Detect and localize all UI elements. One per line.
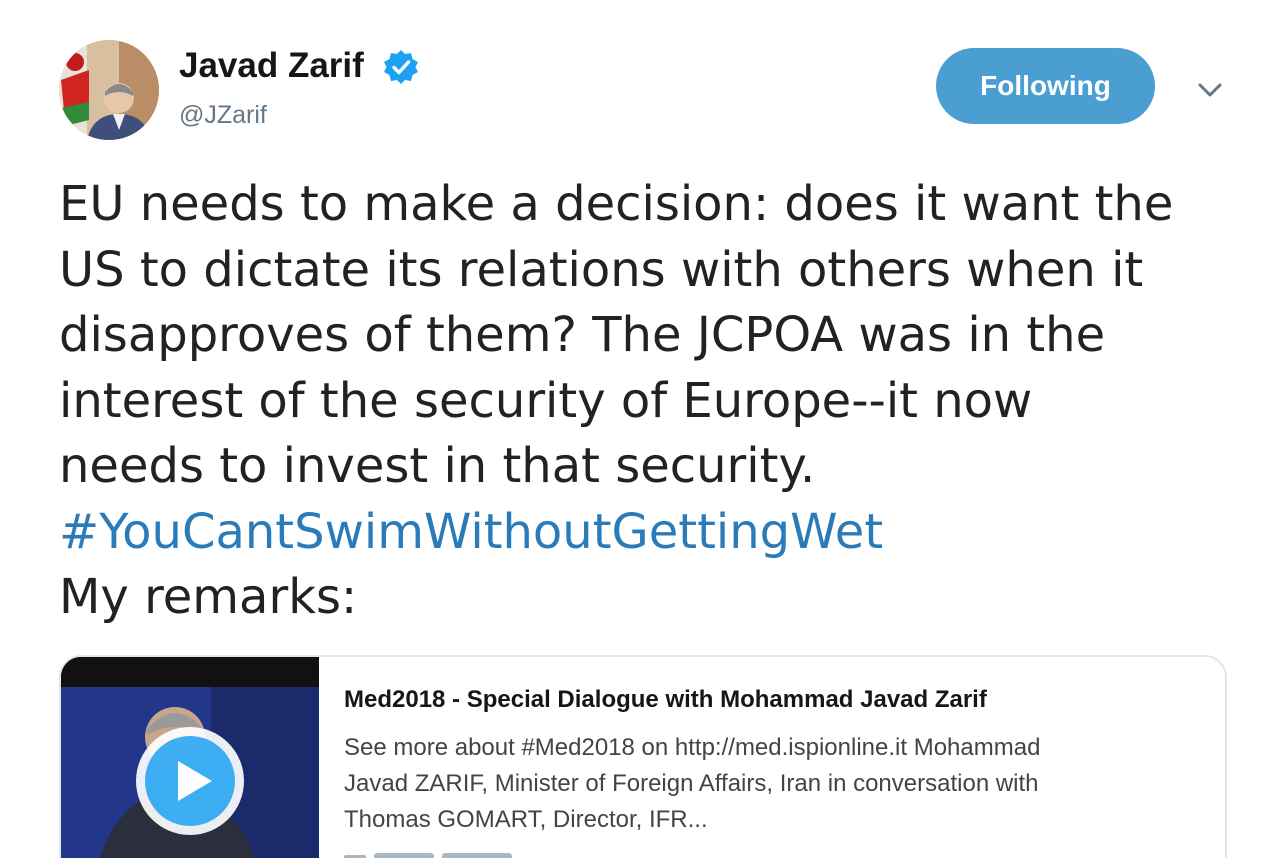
verified-badge-icon [384, 50, 418, 84]
hashtag-link[interactable]: #YouCantSwimWithoutGettingWet [59, 500, 1249, 566]
link-icon [344, 853, 512, 858]
card-title[interactable]: Med2018 - Special Dialogue with Mohammad… [344, 685, 987, 715]
following-button[interactable]: Following [936, 48, 1155, 124]
chevron-down-icon[interactable] [1192, 76, 1228, 104]
play-icon[interactable] [132, 723, 248, 839]
user-handle[interactable]: @JZarif [179, 100, 267, 130]
tweet: Javad Zarif @JZarif Following EU needs t… [0, 0, 1280, 858]
tweet-text-line: disapproves of them? The JCPOA was in th… [59, 307, 1106, 363]
avatar[interactable] [59, 40, 159, 140]
profile-photo-icon [59, 40, 159, 140]
card-description-line: Javad ZARIF, Minister of Foreign Affairs… [344, 770, 1039, 797]
tweet-text-line: US to dictate its relations with others … [59, 241, 1144, 298]
tweet-text-line: My remarks: [59, 569, 358, 625]
video-thumbnail[interactable] [61, 657, 319, 858]
tweet-text-line: interest of the security of Europe--it n… [59, 372, 1033, 429]
link-card[interactable]: Med2018 - Special Dialogue with Mohammad… [59, 655, 1227, 858]
card-description-line: See more about #Med2018 on http://med.is… [344, 734, 1041, 761]
tweet-text: EU needs to make a decision: does it wan… [59, 172, 1249, 631]
card-description-line: Thomas GOMART, Director, IFR... [344, 806, 708, 833]
display-name[interactable]: Javad Zarif [179, 46, 364, 86]
tweet-text-line: needs to invest in that security. [59, 438, 816, 494]
card-description: See more about #Med2018 on http://med.is… [344, 730, 1204, 838]
tweet-text-line: EU needs to make a decision: does it wan… [59, 176, 1174, 232]
